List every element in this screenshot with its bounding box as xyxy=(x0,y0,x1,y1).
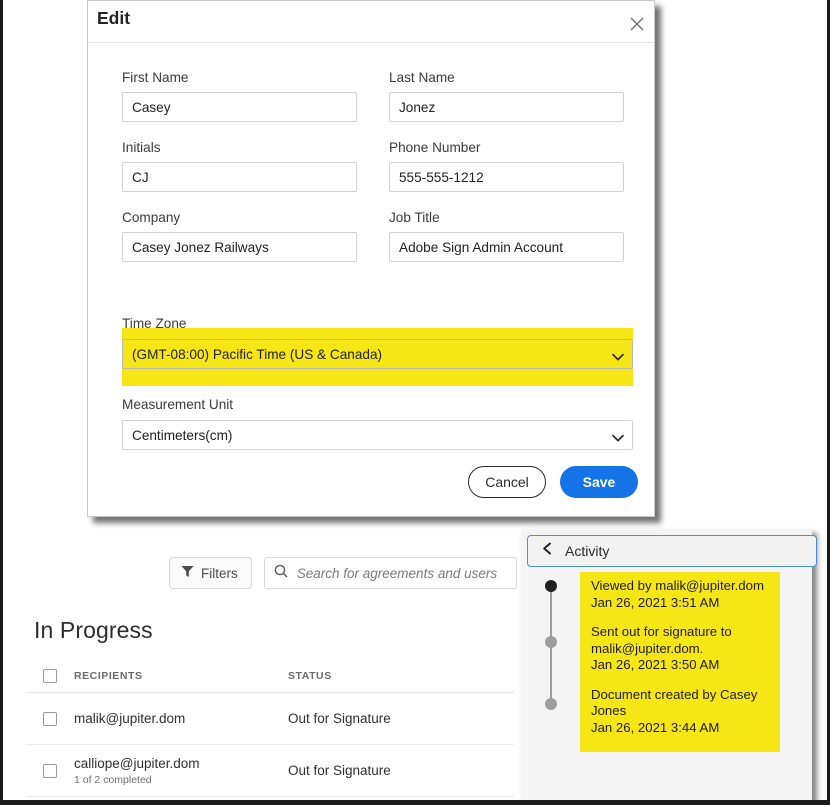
cell-recipient: calliope@jupiter.dom 1 of 2 completed xyxy=(74,756,288,786)
modal-title: Edit xyxy=(97,8,131,28)
save-button[interactable]: Save xyxy=(560,466,638,498)
measurement-unit-select[interactable]: Centimeters(cm) xyxy=(122,420,633,450)
activity-timeline xyxy=(545,580,557,710)
field-time-zone: Time Zone (GMT-08:00) Pacific Time (US &… xyxy=(122,316,633,369)
close-icon[interactable] xyxy=(626,13,648,35)
last-name-input[interactable] xyxy=(389,92,624,122)
label-time-zone: Time Zone xyxy=(122,316,187,331)
form-row-contact: Initials Phone Number xyxy=(122,140,624,192)
search-icon xyxy=(274,564,288,583)
timeline-dot xyxy=(545,636,557,648)
frame-bottom-border xyxy=(0,800,830,805)
field-measurement-unit: Measurement Unit Centimeters(cm) xyxy=(122,397,633,450)
chevron-left-icon[interactable] xyxy=(542,542,553,560)
row-select-cell xyxy=(26,763,74,778)
agreements-table: RECIPIENTS STATUS malik@jupiter.dom Out … xyxy=(26,660,514,797)
form-row-work: Company Job Title xyxy=(122,210,624,262)
activity-event-text: Sent out for signature to malik@jupiter.… xyxy=(591,624,732,656)
activity-event: Document created by Casey Jones Jan 26, … xyxy=(591,687,777,737)
form-row-name: First Name Last Name xyxy=(122,70,624,122)
row-select-cell xyxy=(26,711,74,726)
activity-event-text: Document created by Casey Jones xyxy=(591,686,758,719)
cell-recipient: malik@jupiter.dom xyxy=(74,711,288,726)
measurement-unit-select-wrap: Centimeters(cm) xyxy=(122,420,633,450)
table-row[interactable]: malik@jupiter.dom Out for Signature xyxy=(26,693,514,745)
modal-divider xyxy=(88,42,654,43)
field-first-name: First Name xyxy=(122,70,357,122)
initials-input[interactable] xyxy=(122,162,357,192)
field-phone-number: Phone Number xyxy=(389,140,624,192)
job-title-input[interactable] xyxy=(389,232,624,262)
cell-status: Out for Signature xyxy=(288,711,391,726)
row-checkbox[interactable] xyxy=(43,763,57,778)
table-row[interactable]: calliope@jupiter.dom 1 of 2 completed Ou… xyxy=(26,745,514,797)
recipient-progress: 1 of 2 completed xyxy=(74,773,152,786)
activity-event-list: Viewed by malik@jupiter.dom Jan 26, 2021… xyxy=(591,578,777,749)
funnel-icon xyxy=(181,565,194,581)
time-zone-select-wrap: (GMT-08:00) Pacific Time (US & Canada) xyxy=(122,339,633,369)
recipient-email: calliope@jupiter.dom xyxy=(74,755,200,771)
frame-left-border xyxy=(0,0,3,805)
first-name-input[interactable] xyxy=(122,92,357,122)
label-phone-number: Phone Number xyxy=(389,140,481,155)
section-title: In Progress xyxy=(34,617,153,643)
filters-label: Filters xyxy=(201,565,238,581)
search-input[interactable] xyxy=(294,564,499,582)
screenshot-root: Filters In Progress RECIPIENTS STAT xyxy=(0,0,830,805)
activity-event-timestamp: Jan 26, 2021 3:44 AM xyxy=(591,719,720,735)
activity-event-text: Viewed by malik@jupiter.dom xyxy=(591,578,764,593)
column-header-recipients: RECIPIENTS xyxy=(74,670,143,682)
phone-number-input[interactable] xyxy=(389,162,624,192)
timeline-dot xyxy=(545,698,557,710)
label-last-name: Last Name xyxy=(389,70,455,85)
field-initials: Initials xyxy=(122,140,357,192)
field-last-name: Last Name xyxy=(389,70,624,122)
modal-actions: Cancel Save xyxy=(88,466,638,498)
field-company: Company xyxy=(122,210,357,262)
field-job-title: Job Title xyxy=(389,210,624,262)
activity-event: Viewed by malik@jupiter.dom Jan 26, 2021… xyxy=(591,578,777,611)
select-all-cell xyxy=(26,669,74,683)
row-checkbox[interactable] xyxy=(43,711,57,726)
activity-event: Sent out for signature to malik@jupiter.… xyxy=(591,624,777,674)
label-job-title: Job Title xyxy=(389,210,440,225)
activity-event-timestamp: Jan 26, 2021 3:50 AM xyxy=(591,657,720,672)
activity-title: Activity xyxy=(565,543,610,559)
timeline-dot-current xyxy=(545,580,557,592)
cancel-button[interactable]: Cancel xyxy=(468,466,546,498)
company-input[interactable] xyxy=(122,232,357,262)
label-company: Company xyxy=(122,210,181,225)
activity-header[interactable]: Activity xyxy=(527,535,817,567)
activity-event-timestamp: Jan 26, 2021 3:51 AM xyxy=(591,594,720,610)
table-header-row: RECIPIENTS STATUS xyxy=(26,660,514,693)
label-first-name: First Name xyxy=(122,70,189,85)
filters-button[interactable]: Filters xyxy=(169,557,252,589)
select-all-checkbox[interactable] xyxy=(43,669,57,683)
search-box[interactable] xyxy=(263,557,517,589)
edit-user-form: First Name Last Name Initials Phone Numb… xyxy=(122,70,624,280)
label-measurement-unit: Measurement Unit xyxy=(122,397,234,412)
label-initials: Initials xyxy=(122,140,161,155)
time-zone-select[interactable]: (GMT-08:00) Pacific Time (US & Canada) xyxy=(122,339,633,369)
agreements-toolbar: Filters xyxy=(169,557,517,589)
column-header-status: STATUS xyxy=(288,670,332,682)
cell-status: Out for Signature xyxy=(288,763,391,778)
recipient-email: malik@jupiter.dom xyxy=(74,711,186,726)
